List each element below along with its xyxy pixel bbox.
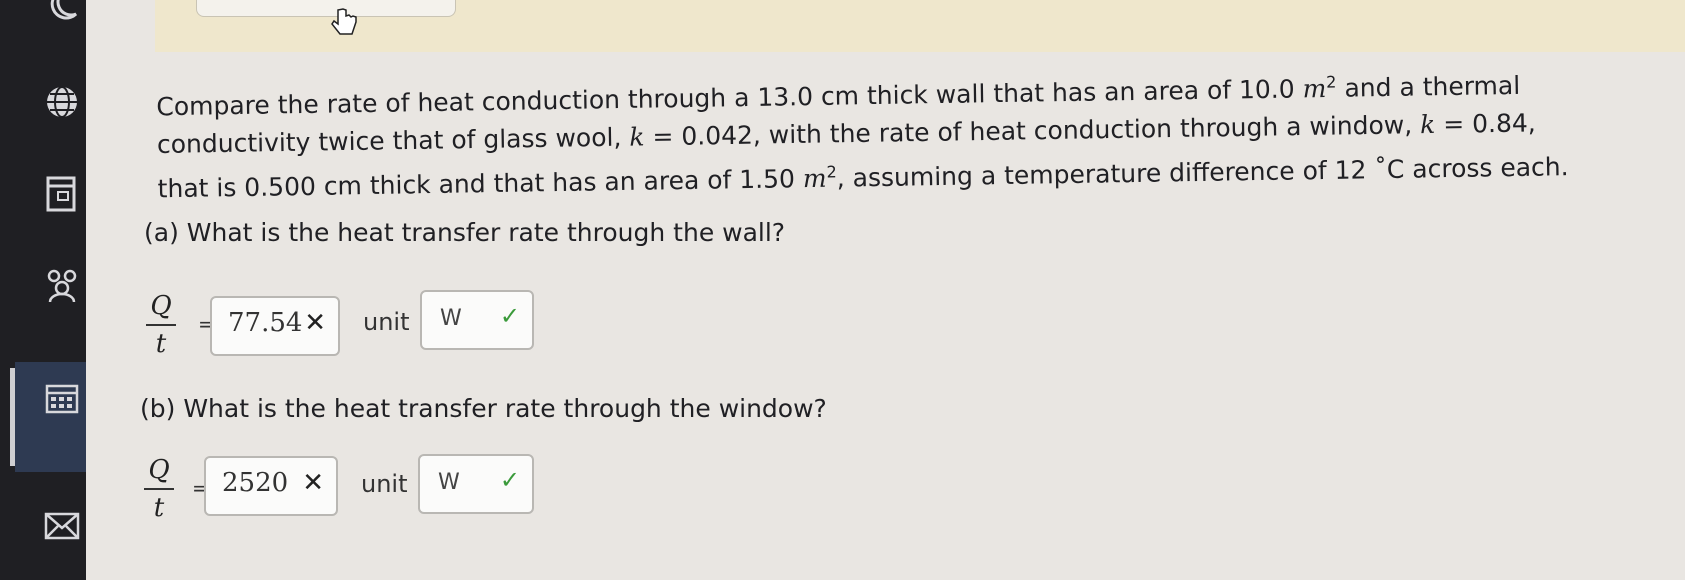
correct-check-icon: ✓ — [499, 302, 520, 330]
active-nav-highlight — [15, 362, 86, 472]
hand-cursor-icon — [330, 8, 360, 42]
fraction-bar — [144, 488, 174, 490]
incorrect-icon: ✕ — [304, 308, 326, 338]
globe-icon[interactable] — [44, 84, 80, 120]
fraction-bar — [146, 324, 176, 326]
fraction-denominator: t — [153, 493, 165, 523]
moon-icon[interactable] — [44, 0, 80, 22]
fraction-numerator: Q — [150, 291, 172, 321]
answer-value: 2520 — [222, 468, 289, 498]
question-text: Compare the rate of heat conduction thro… — [156, 70, 1569, 204]
incorrect-icon: ✕ — [302, 468, 324, 498]
part-b-label: (b) What is the heat transfer rate throu… — [140, 394, 827, 423]
part-a-answer-input[interactable]: 77.54 ✕ — [210, 296, 340, 356]
unit-value: W — [440, 306, 462, 331]
part-b-fraction: Q t — [144, 454, 174, 524]
correct-check-icon: ✓ — [499, 466, 520, 494]
part-b-unit-select[interactable]: W ✓ — [418, 454, 534, 514]
part-a-unit-select[interactable]: W ✓ — [420, 290, 534, 350]
active-nav-indicator — [10, 368, 15, 466]
part-b-answer-input[interactable]: 2520 ✕ — [204, 456, 338, 516]
part-a-label: (a) What is the heat transfer rate throu… — [144, 218, 786, 247]
people-icon[interactable] — [44, 268, 80, 304]
part-a-fraction: Q t — [146, 290, 176, 360]
mail-icon[interactable] — [44, 508, 80, 544]
unit-label: unit — [361, 470, 408, 498]
fraction-denominator: t — [155, 329, 167, 359]
left-nav-rail — [0, 0, 86, 580]
unit-value: W — [438, 470, 460, 495]
calendar-icon[interactable] — [44, 380, 80, 416]
question-panel: Compare the rate of heat conduction thro… — [86, 52, 1685, 580]
answer-value: 77.54 — [228, 308, 303, 338]
document-icon[interactable] — [44, 176, 80, 212]
unit-label: unit — [363, 308, 410, 336]
next-question-button[interactable] — [196, 0, 456, 17]
fraction-numerator: Q — [148, 455, 170, 485]
